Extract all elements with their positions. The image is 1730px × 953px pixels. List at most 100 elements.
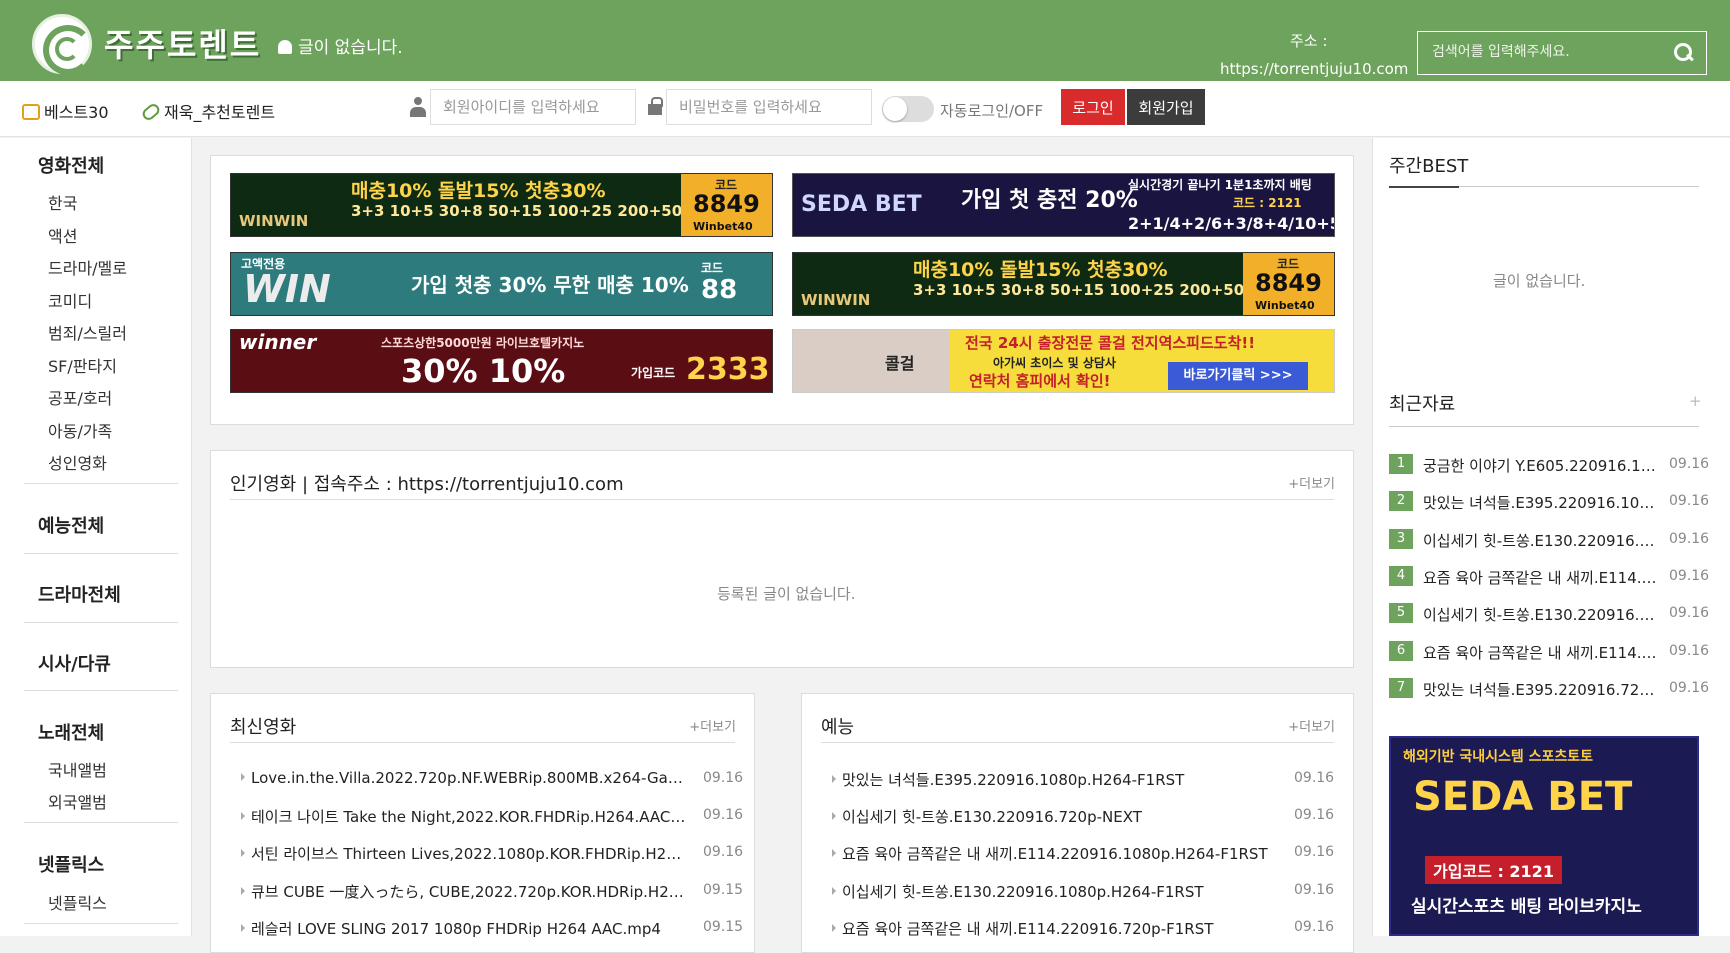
join-button[interactable]: 회원가입 xyxy=(1127,89,1205,125)
banner-sub: 2+1/4+2/6+3/8+4/10+5 xyxy=(1128,214,1335,233)
divider xyxy=(24,553,178,554)
auto-login-label: 자동로그인/OFF xyxy=(940,102,1044,120)
logo-icon[interactable] xyxy=(32,14,93,75)
login-bar: 베스트30 재욱_추천토렌트 자동로그인/OFF 로그인 회원가입 xyxy=(0,81,1730,137)
right-sidebar: 주간BEST 글이 없습니다. 최근자료 + 1 궁금한 이야기 Y.E605.… xyxy=(1372,138,1730,936)
category-netflix-sub[interactable]: 넷플릭스 xyxy=(48,890,107,914)
category-sidebar: 영화전체 한국 액션 드라마/멜로 코미디 범죄/스릴러 SF/판타지 공포/호… xyxy=(0,138,192,936)
ad-banner-win[interactable]: 고액전용 WIN 가입 첫충 30% 무한 매충 10% 코드 88 xyxy=(230,252,773,316)
list-item[interactable]: 맛있는 녀석들.E395.220916.1080p.H264-F1RST xyxy=(832,769,1287,790)
top-header: 주주토렌트 글이 없습니다. 주소 : https://torrentjuju1… xyxy=(0,0,1730,81)
recent-item[interactable]: 이십세기 힛-트쏭.E130.220916.1080p.H264-F1RST xyxy=(1423,530,1659,551)
category-music-all[interactable]: 노래전체 xyxy=(38,719,104,745)
category-crime-thriller[interactable]: 범죄/스릴러 xyxy=(48,320,127,344)
category-variety-all[interactable]: 예능전체 xyxy=(38,512,104,538)
best30-label: 베스트30 xyxy=(44,103,109,122)
divider xyxy=(24,622,178,623)
recent-item[interactable]: 이십세기 힛-트쏭.E130.220916.720p-NEXT xyxy=(1423,604,1659,625)
banner-brand: SEDA BET xyxy=(801,192,922,217)
category-movie-all[interactable]: 영화전체 xyxy=(38,152,104,178)
banner-brand: WINWIN xyxy=(801,291,871,309)
banner-go-button[interactable]: 바로가기클릭 >>> xyxy=(1168,362,1308,390)
category-sf-fantasy[interactable]: SF/판타지 xyxy=(48,353,117,377)
banner-panel: WINWIN 매충10% 돌발15% 첫충30% 3+3 10+5 30+8 5… xyxy=(210,155,1354,425)
divider xyxy=(1389,426,1699,427)
divider xyxy=(230,499,1334,500)
auto-login-toggle[interactable] xyxy=(882,96,934,122)
recent-item[interactable]: 요즘 육아 금쪽같은 내 새끼.E114.220916.1080p xyxy=(1423,567,1659,588)
banner-headline: 전국 24시 출장전문 콜걸 전지역스피드도착!! xyxy=(965,334,1256,352)
best30-link[interactable]: 베스트30 xyxy=(22,99,109,123)
side-banner-brand: SEDA BET xyxy=(1413,774,1633,820)
category-comedy[interactable]: 코미디 xyxy=(48,288,92,312)
popular-movies-panel: 인기영화 | 접속주소 : https://torrentjuju10.com … xyxy=(210,450,1354,668)
banner-code: 8849 xyxy=(1255,269,1322,297)
rank-badge: 5 xyxy=(1389,603,1413,623)
site-title[interactable]: 주주토렌트 xyxy=(104,20,261,66)
user-icon xyxy=(410,97,426,117)
recommend-link[interactable]: 재욱_추천토렌트 xyxy=(140,99,275,123)
recent-item[interactable]: 맛있는 녀석들.E395.220916.720p-NEXT xyxy=(1423,679,1659,700)
side-ad-banner-seda[interactable]: 해외기반 국내시스템 스포츠토토 SEDA BET 가입코드 : 2121 실시… xyxy=(1389,736,1699,936)
recent-item[interactable]: 궁금한 이야기 Y.E605.220916.1080p.H264-F1RST xyxy=(1423,455,1659,476)
banner-code-label: 코드 xyxy=(701,261,724,275)
bell-icon xyxy=(278,40,292,54)
search-input[interactable] xyxy=(1432,44,1662,60)
category-domestic-album[interactable]: 국내앨범 xyxy=(48,757,107,781)
banner-big: 30% 10% xyxy=(401,352,566,390)
popular-title: 인기영화 | 접속주소 : https://torrentjuju10.com xyxy=(230,474,624,495)
divider xyxy=(230,742,735,743)
variety-more-link[interactable]: +더보기 xyxy=(1288,716,1335,735)
ad-banner-callgirl[interactable]: 콜걸 전국 24시 출장전문 콜걸 전지역스피드도착!! 아가씨 초이스 및 상… xyxy=(792,329,1335,393)
address-url[interactable]: https://torrentjuju10.com xyxy=(1220,60,1408,78)
list-item[interactable]: 큐브 CUBE 一度入ったら, CUBE,2022.720p.KOR.HDRip… xyxy=(241,881,686,902)
category-horror[interactable]: 공포/호러 xyxy=(48,385,112,409)
list-item-date: 09.16 xyxy=(1294,882,1335,898)
list-item[interactable]: 이십세기 힛-트쏭.E130.220916.720p-NEXT xyxy=(832,806,1287,827)
banner-code: 8849 xyxy=(693,190,760,218)
recent-item-date: 09.16 xyxy=(1669,643,1710,659)
recent-item[interactable]: 맛있는 녀석들.E395.220916.1080p.H264-F1RST xyxy=(1423,492,1659,513)
ad-banner-winwin[interactable]: WINWIN 매충10% 돌발15% 첫충30% 3+3 10+5 30+8 5… xyxy=(230,173,773,237)
search-icon[interactable] xyxy=(1674,43,1692,61)
banner-brand: winner xyxy=(239,330,317,354)
login-button[interactable]: 로그인 xyxy=(1061,89,1125,125)
list-item-date: 09.15 xyxy=(703,882,744,898)
weekly-best-empty: 글이 없습니다. xyxy=(1493,272,1586,290)
latest-movies-panel: 최신영화 +더보기 Love.in.the.Villa.2022.720p.NF… xyxy=(210,693,755,953)
category-docu[interactable]: 시사/다큐 xyxy=(38,650,111,676)
recent-item[interactable]: 요즘 육아 금쪽같은 내 새끼.E114.220916.720p xyxy=(1423,642,1659,663)
list-item[interactable]: Love.in.the.Villa.2022.720p.NF.WEBRip.80… xyxy=(241,769,686,787)
list-item[interactable]: 테이크 나이트 Take the Night,2022.KOR.FHDRip.H… xyxy=(241,806,686,827)
ad-banner-winner[interactable]: winner 스포츠상한5000만원 라이브호텔카지노 30% 10% 가입코드… xyxy=(230,329,773,393)
recent-more-link[interactable]: + xyxy=(1689,392,1702,410)
category-drama-all[interactable]: 드라마전체 xyxy=(38,581,121,607)
popular-more-link[interactable]: +더보기 xyxy=(1288,473,1335,492)
category-drama-melo[interactable]: 드라마/멜로 xyxy=(48,255,127,279)
banner-text: 3+3 10+5 30+8 50+15 100+25 200+50 xyxy=(913,281,1245,299)
notice-bar[interactable]: 글이 없습니다. xyxy=(278,33,403,58)
list-item[interactable]: 서틴 라이브스 Thirteen Lives,2022.1080p.KOR.FH… xyxy=(241,843,686,864)
banner-headline: 매충10% 돌발15% 첫충30% xyxy=(913,259,1168,281)
banner-brand: WINWIN xyxy=(239,212,309,230)
list-item[interactable]: 이십세기 힛-트쏭.E130.220916.1080p.H264-F1RST xyxy=(832,881,1287,902)
weekly-best-title: 주간BEST xyxy=(1389,156,1469,177)
list-item[interactable]: 요즘 육아 금쪽같은 내 새끼.E114.220916.1080p.H264-F… xyxy=(832,843,1287,864)
side-banner-top: 해외기반 국내시스템 스포츠토토 xyxy=(1403,749,1594,765)
latest-movies-more-link[interactable]: +더보기 xyxy=(689,716,736,735)
category-adult[interactable]: 성인영화 xyxy=(48,450,107,474)
ad-banner-winwin-2[interactable]: WINWIN 매충10% 돌발15% 첫충30% 3+3 10+5 30+8 5… xyxy=(792,252,1335,316)
tab-underline xyxy=(1389,186,1459,188)
category-family[interactable]: 아동/가족 xyxy=(48,418,112,442)
ad-banner-seda[interactable]: SEDA BET 가입 첫 충전 20% 실시간경기 끝나기 1분1초까지 배팅… xyxy=(792,173,1335,237)
category-foreign-album[interactable]: 외국앨범 xyxy=(48,789,107,813)
divider xyxy=(24,690,178,691)
banner-big: 가입 첫 충전 20% xyxy=(961,188,1138,213)
rank-badge: 3 xyxy=(1389,529,1413,549)
password-input[interactable] xyxy=(666,89,872,125)
category-action[interactable]: 액션 xyxy=(48,223,77,247)
recent-item-date: 09.16 xyxy=(1669,568,1710,584)
member-id-input[interactable] xyxy=(430,89,636,125)
category-netflix[interactable]: 넷플릭스 xyxy=(38,851,104,877)
category-korean[interactable]: 한국 xyxy=(48,190,77,214)
